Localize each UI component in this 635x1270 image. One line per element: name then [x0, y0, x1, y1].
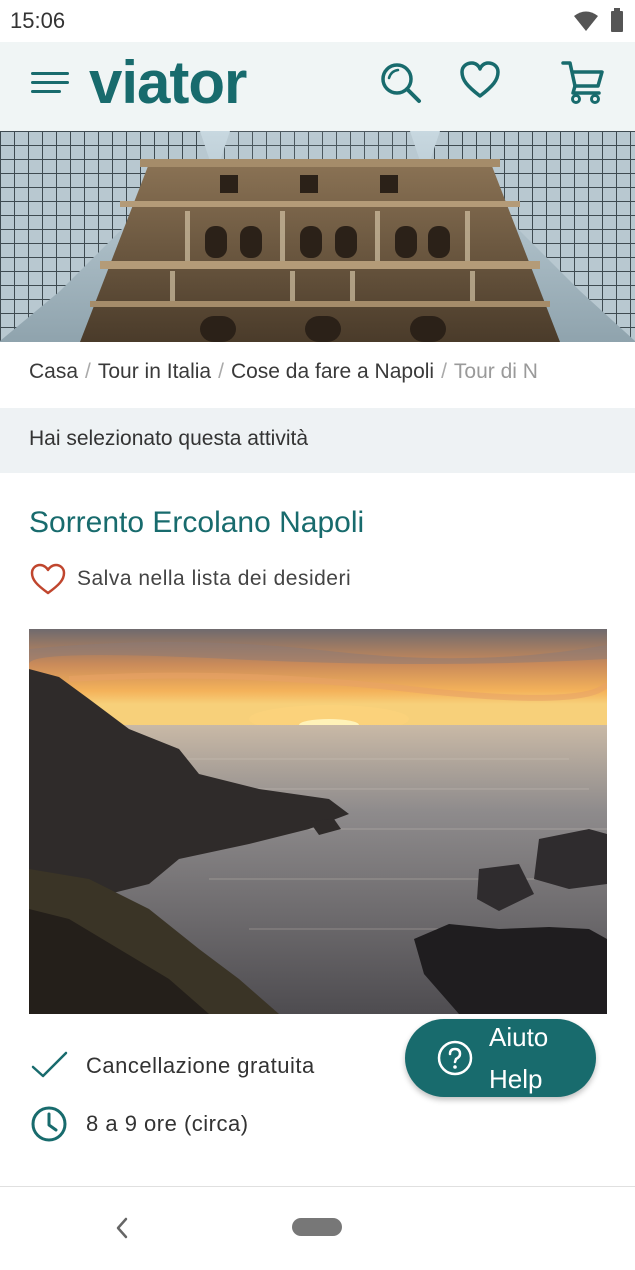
help-label: Aiuto Help: [489, 1016, 548, 1100]
heart-icon: [30, 563, 66, 595]
wishlist-label: Salva nella lista dei desideri: [77, 567, 352, 590]
question-icon: [437, 1040, 473, 1076]
breadcrumb: Casa / Tour in Italia / Cose da fare a Napol…: [0, 342, 635, 408]
help-label-it: Aiuto: [489, 1022, 549, 1052]
cart-icon[interactable]: [560, 58, 606, 104]
breadcrumb-item-casa[interactable]: Casa: [29, 360, 78, 383]
product-photo[interactable]: [29, 629, 607, 1014]
feature-cancellation: Cancellazione gratuita: [29, 1046, 315, 1086]
system-nav-bar: [0, 1187, 635, 1270]
app-header: viator: [0, 42, 635, 131]
search-icon[interactable]: [378, 60, 422, 104]
status-time: 15:06: [10, 8, 66, 33]
battery-icon: [611, 8, 623, 32]
help-label-en: Help: [489, 1064, 543, 1094]
breadcrumb-separator: /: [218, 360, 224, 383]
selection-banner: Hai selezionato questa attività: [0, 408, 635, 473]
wifi-icon: [574, 11, 598, 31]
duration-label: 8 a 9 ore (circa): [86, 1111, 249, 1136]
help-button[interactable]: Aiuto Help: [405, 1019, 596, 1097]
feature-duration: 8 a 9 ore (circa): [29, 1104, 249, 1144]
heart-icon[interactable]: [459, 60, 501, 100]
clock-icon: [31, 1106, 67, 1142]
product-title: Sorrento Ercolano Napoli: [29, 506, 365, 539]
cancellation-label: Cancellazione gratuita: [86, 1053, 315, 1078]
breadcrumb-item-tour-italia[interactable]: Tour in Italia: [98, 360, 211, 383]
checkmark-icon: [31, 1051, 68, 1078]
breadcrumb-item-cose-da-fare[interactable]: Cose da fare a Napoli: [231, 360, 434, 383]
brand-logo[interactable]: viator: [89, 48, 247, 117]
breadcrumb-item-current: Tour di N: [453, 360, 538, 383]
hero-image: [0, 131, 635, 342]
menu-icon[interactable]: [31, 68, 69, 98]
breadcrumb-separator: /: [85, 360, 91, 383]
breadcrumb-separator: /: [441, 360, 447, 383]
status-bar: 15:06: [0, 0, 635, 42]
wishlist-button[interactable]: Salva nella lista dei desideri: [29, 562, 351, 596]
back-icon[interactable]: [112, 1215, 132, 1241]
home-pill[interactable]: [292, 1218, 342, 1236]
